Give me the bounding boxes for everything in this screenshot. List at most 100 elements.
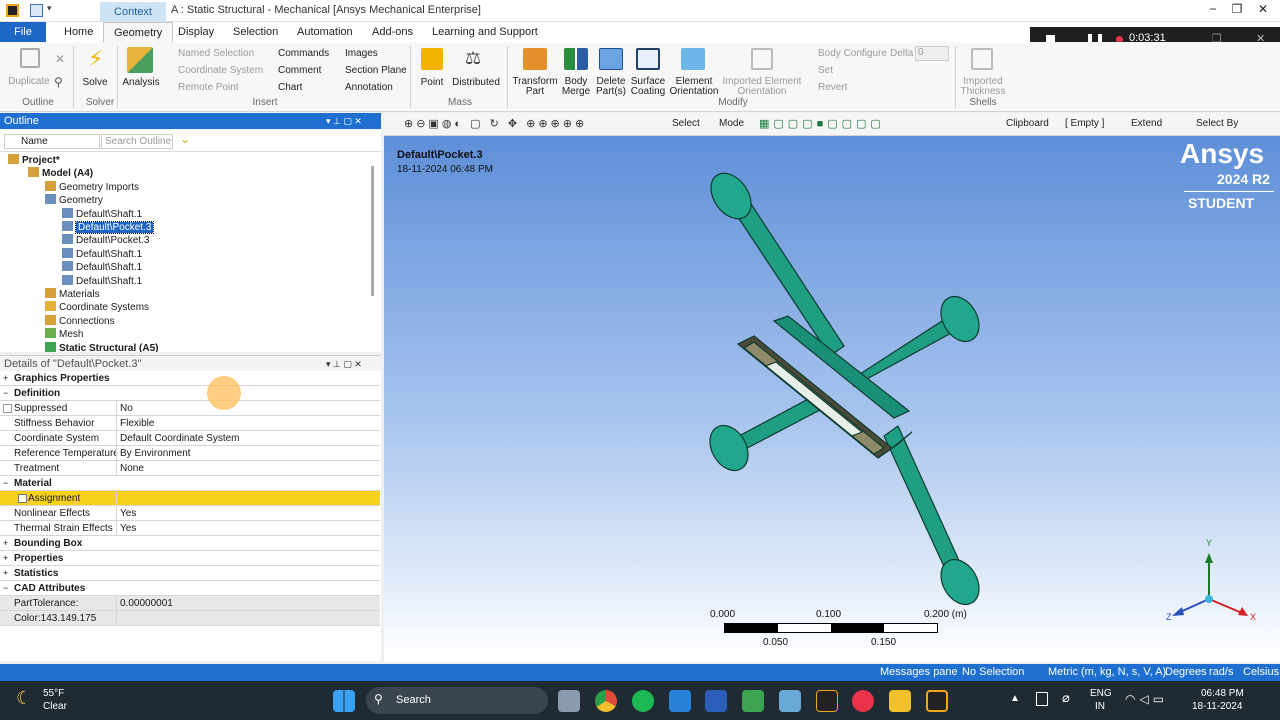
app-yellow-icon[interactable] [889, 690, 911, 712]
rate-unit[interactable]: rad/s [1209, 664, 1233, 681]
tree-node[interactable]: Materials [45, 288, 100, 301]
details-section[interactable]: + Graphics Properties [0, 371, 380, 386]
expand-toggle-icon[interactable]: + [3, 371, 8, 386]
tray-battery-icon[interactable] [1036, 692, 1048, 706]
transform-part-button[interactable]: Transform Part [511, 77, 559, 97]
details-section[interactable]: − Definition [0, 386, 380, 401]
zoom-icons[interactable]: ⊕⊖▣◍◐ ▢ ↻ ✥ ⊕⊕⊕⊕⊕ [404, 117, 587, 130]
menu-learning[interactable]: Learning and Support [422, 22, 548, 42]
pin-icon[interactable]: ▾ ⊥ ▢ ✕ [326, 113, 362, 129]
tree-node[interactable]: Geometry Imports [45, 180, 139, 194]
select-button[interactable]: Select [672, 118, 700, 130]
tree-node[interactable]: Static Structural (A5) [45, 341, 158, 352]
restore-icon[interactable]: ❐ [1226, 2, 1248, 20]
tray-wifi-volume-battery-icons[interactable]: ◠◁▭ [1125, 692, 1168, 706]
details-value[interactable]: 0.00000001 [120, 596, 173, 611]
details-value[interactable]: Yes [120, 506, 136, 521]
named-selection-button[interactable]: Named Selection [178, 48, 254, 60]
file-explorer-icon[interactable] [558, 690, 580, 712]
expand-toggle-icon[interactable]: − [3, 581, 8, 596]
tree-node[interactable]: Default\Pocket.3 [62, 234, 149, 247]
menu-geometry[interactable]: Geometry [103, 22, 174, 42]
clock-date[interactable]: 18-11-2024 [1192, 701, 1242, 712]
expand-toggle-icon[interactable]: + [3, 566, 8, 581]
chrome-icon[interactable] [595, 690, 617, 712]
tree-node[interactable]: Default\Shaft.1 [62, 274, 142, 288]
body-merge-button[interactable]: Body Merge [560, 77, 592, 97]
details-section[interactable]: − Material [0, 476, 380, 491]
details-value[interactable]: No [120, 401, 133, 416]
cad-model[interactable] [684, 156, 1004, 626]
details-section[interactable]: + Statistics [0, 566, 380, 581]
menu-display[interactable]: Display [168, 22, 224, 42]
distributed-button[interactable]: Distributed [450, 78, 502, 88]
tree-node[interactable]: Default\Pocket.3 [62, 221, 155, 234]
workbench-icon[interactable] [816, 690, 838, 712]
details-controls-icon[interactable]: ▾ ⊥ ▢ ✕ [326, 356, 362, 372]
tree-node[interactable]: Connections [45, 314, 115, 328]
element-orientation-button[interactable]: Element Orientation [668, 77, 720, 97]
commands-button[interactable]: Commands [278, 48, 329, 60]
clock-time[interactable]: 06:48 PM [1201, 688, 1244, 699]
details-row[interactable]: Stiffness Behavior Flexible [0, 416, 380, 431]
context-tab[interactable]: Context [100, 2, 166, 22]
lang-line1[interactable]: ENG [1090, 688, 1112, 699]
details-row[interactable]: Coordinate System Default Coordinate Syst… [0, 431, 380, 446]
comment-button[interactable]: Comment [278, 65, 321, 77]
duplicate-button[interactable]: Duplicate [8, 77, 50, 87]
extend-button[interactable]: Extend [1131, 118, 1162, 130]
menu-addons[interactable]: Add-ons [362, 22, 423, 42]
app-chart-icon[interactable] [779, 690, 801, 712]
annotation-button[interactable]: Annotation [345, 82, 393, 94]
close-icon[interactable]: ✕ [1252, 2, 1274, 20]
details-value[interactable]: None [120, 461, 144, 476]
lang-line2[interactable]: IN [1095, 701, 1105, 712]
dropdown-icon[interactable]: ▾ [47, 3, 52, 14]
expand-toggle-icon[interactable]: − [3, 476, 8, 491]
word-icon[interactable] [705, 690, 727, 712]
details-value[interactable]: By Environment [120, 446, 191, 461]
details-value[interactable]: Default Coordinate System [120, 431, 240, 446]
selection-filter-icons[interactable]: ▦▢▢▢■▢▢▢▢ [759, 117, 885, 130]
messages-pane[interactable]: Messages pane [880, 664, 958, 681]
details-row[interactable]: Reference Temperature By Environment [0, 446, 380, 461]
imported-thickness-button[interactable]: Imported Thickness [958, 77, 1008, 97]
analysis-button[interactable]: Analysis [121, 78, 161, 88]
tree-scrollbar[interactable] [371, 166, 374, 296]
remote-point-button[interactable]: Remote Point [178, 82, 239, 94]
temp-unit[interactable]: Celsius [1243, 664, 1279, 681]
clipboard-button[interactable]: Clipboard [1006, 118, 1049, 130]
details-value[interactable]: Flexible [120, 416, 154, 431]
outline-filter-select[interactable]: Name [4, 134, 100, 149]
minimize-icon[interactable]: − [1202, 2, 1224, 20]
expand-toggle-icon[interactable]: + [3, 536, 8, 551]
tree-node[interactable]: Default\Shaft.1 [62, 207, 142, 221]
delta-input[interactable]: 0 [915, 46, 949, 61]
taskbar-search[interactable] [366, 687, 548, 714]
details-value[interactable]: Yes [120, 521, 136, 536]
tree-node[interactable]: Coordinate Systems [45, 301, 149, 314]
suppressed-checkbox[interactable] [3, 404, 12, 413]
save-icon[interactable] [30, 4, 43, 17]
mode-button[interactable]: Mode [719, 118, 744, 130]
details-section[interactable]: − CAD Attributes [0, 581, 380, 596]
details-row[interactable]: Assignment [0, 491, 380, 506]
tray-mic-icon[interactable]: ⌀ [1062, 690, 1070, 706]
mechanical-icon[interactable] [926, 690, 948, 712]
menu-home[interactable]: Home [54, 22, 103, 42]
details-row[interactable]: Nonlinear Effects Yes [0, 506, 380, 521]
imported-element-orientation-button[interactable]: Imported Element Orientation [722, 77, 802, 97]
tree-node[interactable]: Geometry [45, 194, 103, 207]
set-button[interactable]: Set [818, 65, 833, 77]
spotify-icon[interactable] [632, 690, 654, 712]
tree-node[interactable]: Default\Shaft.1 [62, 261, 142, 274]
expand-toggle-icon[interactable]: + [3, 551, 8, 566]
magnifier-icon[interactable]: ⚲ [54, 75, 63, 89]
tree-node[interactable]: Mesh [45, 328, 83, 341]
revert-button[interactable]: Revert [818, 82, 847, 94]
unit-system[interactable]: Metric (m, kg, N, s, V, A) [1048, 664, 1166, 681]
filter-icon[interactable]: ⌄ [180, 132, 190, 146]
windows-start-icon[interactable] [333, 690, 355, 712]
tree-node[interactable]: Default\Shaft.1 [62, 247, 142, 261]
close-small-icon[interactable]: ✕ [55, 52, 65, 66]
